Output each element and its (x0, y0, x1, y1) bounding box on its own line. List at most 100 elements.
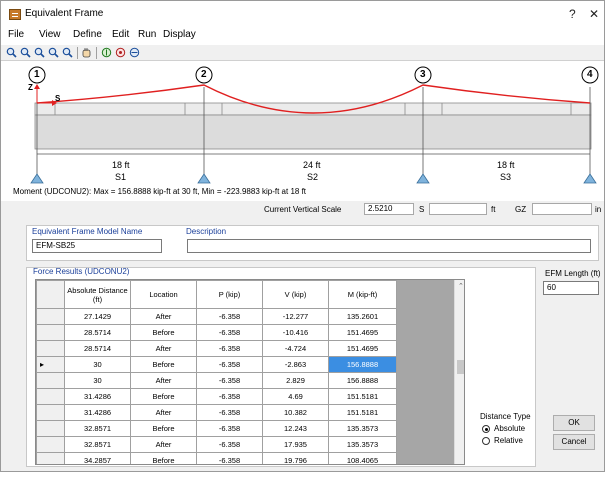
cell-v[interactable]: 12.243 (262, 420, 329, 437)
cell-distance[interactable]: 30 (64, 356, 131, 373)
cell-location[interactable]: After (130, 404, 197, 421)
row-header-cell[interactable] (36, 340, 65, 357)
row-header-cell[interactable] (36, 436, 65, 453)
results-scrollbar[interactable]: ⌃ (454, 280, 464, 464)
table-row[interactable]: 34.2857 Before -6.358 19.796 108.4065 (36, 452, 397, 464)
cell-v[interactable]: 2.829 (262, 372, 329, 389)
gz-field[interactable] (532, 203, 592, 215)
table-row[interactable]: 31.4286 After -6.358 10.382 151.5181 (36, 404, 397, 421)
cell-p[interactable]: -6.358 (196, 404, 263, 421)
cell-m[interactable]: 156.8888 (328, 372, 397, 389)
menu-view[interactable]: View (39, 29, 61, 40)
cell-m[interactable]: 108.4065 (328, 452, 397, 464)
menu-run[interactable]: Run (138, 29, 156, 40)
table-row[interactable]: 30 After -6.358 2.829 156.8888 (36, 372, 397, 389)
table-row[interactable]: 32.8571 After -6.358 17.935 135.3573 (36, 436, 397, 453)
cell-location[interactable]: Before (130, 324, 197, 341)
description-input[interactable] (187, 239, 591, 253)
cell-location[interactable]: Before (130, 452, 197, 464)
cell-m[interactable]: 151.5181 (328, 404, 397, 421)
model-name-input[interactable]: EFM-SB25 (32, 239, 162, 253)
cell-location[interactable]: Before (130, 388, 197, 405)
menu-display[interactable]: Display (163, 29, 196, 40)
cell-location[interactable]: Before (130, 356, 197, 373)
view-3d-icon[interactable] (129, 47, 140, 58)
zoom-out-icon[interactable] (62, 47, 73, 58)
table-row[interactable]: 32.8571 Before -6.358 12.243 135.3573 (36, 420, 397, 437)
cell-distance[interactable]: 32.8571 (64, 420, 131, 437)
row-header-cell[interactable] (36, 420, 65, 437)
cell-v[interactable]: 4.69 (262, 388, 329, 405)
cell-v[interactable]: 10.382 (262, 404, 329, 421)
vertical-scale-field[interactable]: 2.5210 (364, 203, 414, 215)
pan-hand-icon[interactable] (81, 47, 92, 58)
cell-m[interactable]: 151.4695 (328, 340, 397, 357)
cell-m[interactable]: 151.5181 (328, 388, 397, 405)
menu-define[interactable]: Define (73, 29, 102, 40)
cell-p[interactable]: -6.358 (196, 420, 263, 437)
cell-distance[interactable]: 34.2857 (64, 452, 131, 464)
col-header-v[interactable]: V (kip) (262, 280, 329, 309)
cell-p[interactable]: -6.358 (196, 388, 263, 405)
cell-p[interactable]: -6.358 (196, 324, 263, 341)
table-row[interactable]: 28.5714 Before -6.358 -10.416 151.4695 (36, 324, 397, 341)
cell-p[interactable]: -6.358 (196, 452, 263, 464)
cell-location[interactable]: After (130, 372, 197, 389)
col-header-location[interactable]: Location (130, 280, 197, 309)
cell-m[interactable]: 135.2601 (328, 308, 397, 325)
help-button[interactable]: ? (569, 7, 576, 21)
table-row[interactable]: 28.5714 After -6.358 -4.724 151.4695 (36, 340, 397, 357)
zoom-previous-icon[interactable] (34, 47, 45, 58)
cell-location[interactable]: Before (130, 420, 197, 437)
cell-m[interactable]: 135.3573 (328, 436, 397, 453)
display-options-icon[interactable] (101, 47, 112, 58)
cell-p[interactable]: -6.358 (196, 308, 263, 325)
cell-m[interactable]: 151.4695 (328, 324, 397, 341)
table-row[interactable]: 31.4286 Before -6.358 4.69 151.5181 (36, 388, 397, 405)
cell-v[interactable]: -4.724 (262, 340, 329, 357)
table-row[interactable]: ▸ 30 Before -6.358 -2.863 156.8888 (36, 356, 397, 373)
cancel-button[interactable]: Cancel (553, 434, 595, 450)
row-header-cell[interactable] (36, 308, 65, 325)
cell-p[interactable]: -6.358 (196, 340, 263, 357)
menu-edit[interactable]: Edit (112, 29, 129, 40)
row-header-cell[interactable] (36, 452, 65, 464)
cell-v[interactable]: -2.863 (262, 356, 329, 373)
radio-absolute-label[interactable]: Absolute (494, 424, 525, 433)
cell-m[interactable]: 156.8888 (328, 356, 397, 373)
cell-distance[interactable]: 31.4286 (64, 404, 131, 421)
scroll-up-arrow[interactable]: ⌃ (458, 282, 464, 290)
scroll-thumb[interactable] (457, 360, 464, 374)
cell-p[interactable]: -6.358 (196, 372, 263, 389)
cell-m[interactable]: 135.3573 (328, 420, 397, 437)
cell-v[interactable]: 19.796 (262, 452, 329, 464)
radio-absolute[interactable] (482, 425, 490, 433)
table-row[interactable]: 27.1429 After -6.358 -12.277 135.2601 (36, 308, 397, 325)
ok-button[interactable]: OK (553, 415, 595, 431)
close-button[interactable]: ✕ (589, 7, 599, 21)
cell-distance[interactable]: 28.5714 (64, 324, 131, 341)
col-header-p[interactable]: P (kip) (196, 280, 263, 309)
zoom-in-icon[interactable] (6, 47, 17, 58)
cell-v[interactable]: 17.935 (262, 436, 329, 453)
s-field[interactable] (429, 203, 487, 215)
cell-v[interactable]: -12.277 (262, 308, 329, 325)
cell-location[interactable]: After (130, 340, 197, 357)
cell-distance[interactable]: 31.4286 (64, 388, 131, 405)
rotate-icon[interactable] (115, 47, 126, 58)
col-header-m[interactable]: M (kip-ft) (328, 280, 397, 309)
row-header-cell[interactable] (36, 404, 65, 421)
cell-distance[interactable]: 27.1429 (64, 308, 131, 325)
cell-location[interactable]: After (130, 436, 197, 453)
row-header-cell[interactable] (36, 324, 65, 341)
cell-distance[interactable]: 32.8571 (64, 436, 131, 453)
radio-relative[interactable] (482, 437, 490, 445)
zoom-fit-icon[interactable] (48, 47, 59, 58)
efm-length-field[interactable]: 60 (543, 281, 599, 295)
col-header-distance[interactable]: Absolute Distance (ft) (64, 280, 131, 309)
cell-location[interactable]: After (130, 308, 197, 325)
zoom-window-icon[interactable] (20, 47, 31, 58)
cell-p[interactable]: -6.358 (196, 356, 263, 373)
row-header-cell[interactable]: ▸ (36, 356, 65, 373)
radio-relative-label[interactable]: Relative (494, 436, 523, 445)
